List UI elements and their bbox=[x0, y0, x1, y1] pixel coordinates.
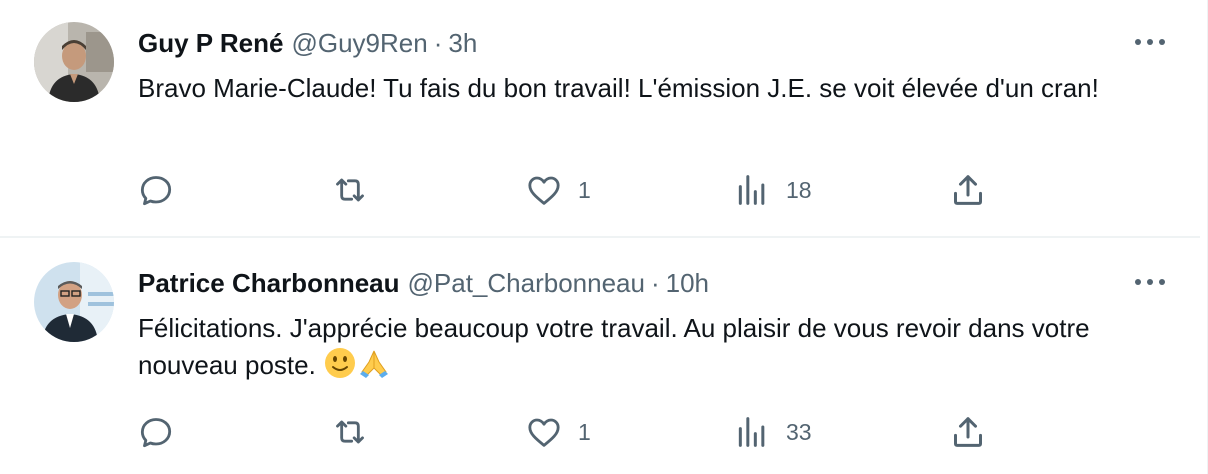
folded-hands-icon bbox=[357, 346, 391, 389]
more-icon bbox=[1135, 39, 1165, 45]
tweet-text: Bravo Marie-Claude! Tu fais du bon trava… bbox=[138, 70, 1148, 106]
tweet-text-content: Félicitations. J'apprécie beaucoup votre… bbox=[138, 313, 1090, 380]
author-name[interactable]: Guy P René bbox=[138, 28, 283, 59]
reply-button[interactable] bbox=[136, 170, 190, 210]
author-handle[interactable]: @Pat_Charbonneau bbox=[408, 268, 645, 299]
avatar-photo-icon bbox=[34, 22, 114, 102]
like-count: 1 bbox=[578, 418, 591, 445]
separator: · bbox=[433, 27, 443, 58]
share-icon bbox=[954, 175, 982, 205]
like-count: 1 bbox=[578, 176, 591, 203]
author-name[interactable]: Patrice Charbonneau bbox=[138, 268, 400, 299]
timestamp[interactable]: 3h bbox=[448, 28, 477, 59]
tweet-header: Patrice Charbonneau @Pat_Charbonneau · 1… bbox=[138, 266, 709, 300]
share-icon bbox=[954, 417, 982, 447]
view-count: 33 bbox=[786, 418, 812, 445]
tweet[interactable]: Guy P René @Guy9Ren · 3h Bravo Marie-Cla… bbox=[0, 0, 1200, 236]
tweet[interactable]: Patrice Charbonneau @Pat_Charbonneau · 1… bbox=[0, 236, 1200, 474]
more-button[interactable] bbox=[1130, 30, 1170, 54]
retweet-button[interactable] bbox=[330, 412, 384, 452]
like-button[interactable]: 1 bbox=[524, 170, 591, 210]
retweet-icon bbox=[336, 178, 364, 202]
timestamp[interactable]: 10h bbox=[666, 268, 709, 299]
share-button[interactable] bbox=[948, 412, 988, 452]
more-icon bbox=[1135, 279, 1165, 285]
views-icon bbox=[738, 175, 765, 205]
tweet-text-content: Bravo Marie-Claude! Tu fais du bon trava… bbox=[138, 73, 1099, 103]
avatar[interactable] bbox=[34, 262, 114, 342]
separator: · bbox=[650, 267, 660, 298]
reply-button[interactable] bbox=[136, 412, 190, 452]
tweet-actions: 1 33 bbox=[0, 412, 1200, 452]
like-icon bbox=[528, 176, 560, 205]
reply-feed: Guy P René @Guy9Ren · 3h Bravo Marie-Cla… bbox=[0, 0, 1208, 474]
reply-icon bbox=[140, 176, 172, 206]
tweet-actions: 1 18 bbox=[0, 170, 1200, 210]
views-icon bbox=[738, 417, 765, 447]
retweet-icon bbox=[336, 420, 364, 444]
views-button[interactable]: 18 bbox=[732, 170, 812, 210]
like-button[interactable]: 1 bbox=[524, 412, 591, 452]
share-button[interactable] bbox=[948, 170, 988, 210]
slightly-smiling-face-icon bbox=[323, 346, 357, 389]
author-handle[interactable]: @Guy9Ren bbox=[291, 28, 427, 59]
reply-icon bbox=[140, 418, 172, 448]
retweet-button[interactable] bbox=[330, 170, 384, 210]
avatar-photo-icon bbox=[34, 262, 114, 342]
avatar[interactable] bbox=[34, 22, 114, 102]
tweet-header: Guy P René @Guy9Ren · 3h bbox=[138, 26, 477, 60]
like-icon bbox=[528, 418, 560, 447]
more-button[interactable] bbox=[1130, 270, 1170, 294]
view-count: 18 bbox=[786, 176, 812, 203]
views-button[interactable]: 33 bbox=[732, 412, 812, 452]
tweet-text: Félicitations. J'apprécie beaucoup votre… bbox=[138, 310, 1148, 389]
